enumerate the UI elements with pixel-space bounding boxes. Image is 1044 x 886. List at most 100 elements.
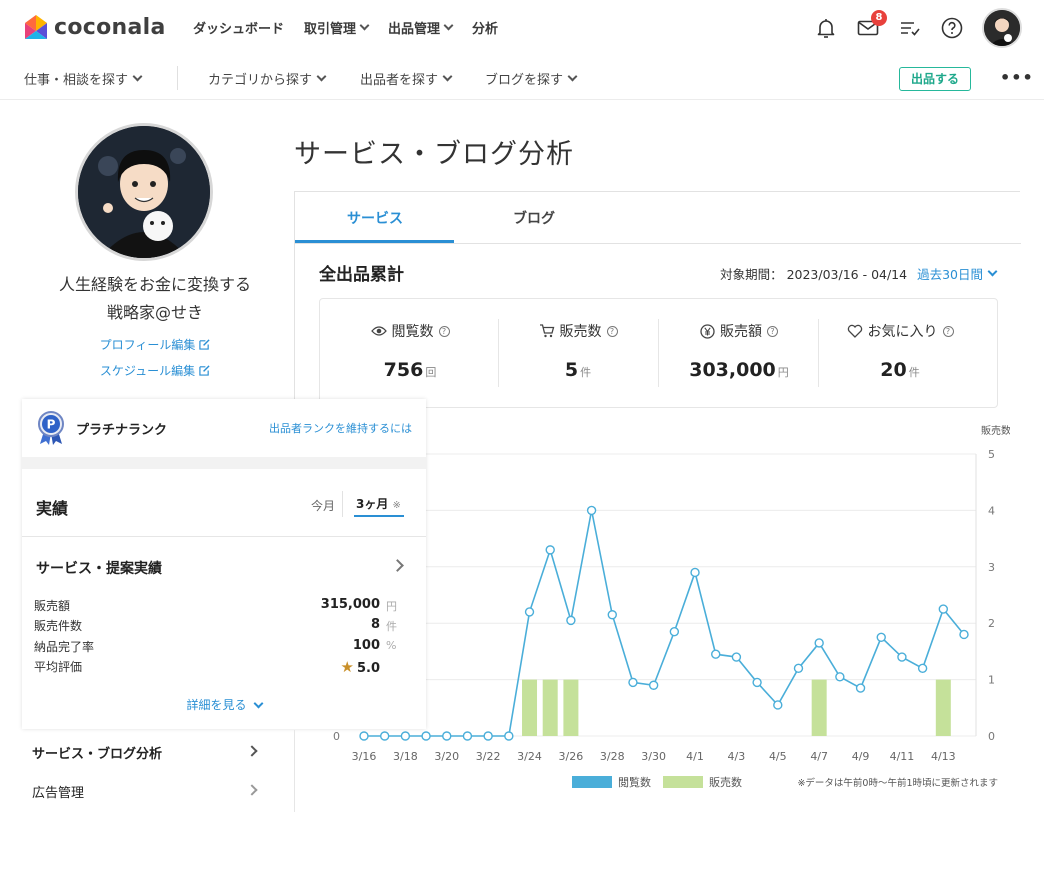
subnav-find-jobs-label: 仕事・相談を探す xyxy=(24,73,129,88)
chevron-down-icon xyxy=(316,71,327,82)
kpi-revenue: 販売額? 303,000 円 xyxy=(659,299,819,407)
kpi-favorites-label: お気に入り xyxy=(867,324,938,340)
legend-swatch-views xyxy=(572,776,612,788)
subnav-blogs-label: ブログを探す xyxy=(485,73,564,88)
x-tick-label: 4/9 xyxy=(852,750,870,763)
sidebar-divider xyxy=(294,730,295,812)
tab-3-months[interactable]: 3ヶ月 ※ xyxy=(354,495,404,517)
stat-average-rating-number: 5.0 xyxy=(356,661,380,676)
kpi-favorites-unit: 件 xyxy=(908,366,920,379)
help-icon[interactable]: ? xyxy=(767,325,778,337)
tab-blog[interactable]: ブログ xyxy=(455,208,613,228)
help-icon[interactable] xyxy=(940,16,964,40)
yen-icon xyxy=(700,323,715,339)
logo-text: coconala xyxy=(54,14,166,40)
right-axis-tick-label: 0 xyxy=(988,730,995,743)
post-listing-button[interactable]: 出品する xyxy=(899,67,971,91)
views-point xyxy=(524,607,535,617)
views-point xyxy=(483,731,493,741)
mail-button[interactable]: 8 xyxy=(856,10,887,40)
tab-divider xyxy=(342,491,343,517)
maintain-rank-link[interactable]: 出品者ランクを維持するには xyxy=(269,420,412,436)
tab-this-month[interactable]: 今月 xyxy=(311,497,335,514)
performance-divider xyxy=(22,536,426,537)
period-text: 対象期間： 2023/03/16 - 04/14 xyxy=(720,264,907,283)
eye-icon xyxy=(370,326,387,336)
kpi-revenue-label: 販売額 xyxy=(720,324,762,340)
tab-service[interactable]: サービス xyxy=(295,208,455,228)
edit-profile-link[interactable]: プロフィール編集 xyxy=(20,336,290,353)
nav-listings[interactable]: 出品管理 xyxy=(388,18,454,37)
help-icon[interactable]: ? xyxy=(606,325,618,337)
right-axis-tick-label: 1 xyxy=(988,674,995,687)
header-icons: 8 xyxy=(814,8,1022,48)
help-icon[interactable]: ? xyxy=(942,325,954,337)
performance-title: 実績 xyxy=(36,499,69,518)
stat-average-rating: 平均評価 ★ 5.0 xyxy=(34,658,406,678)
stat-average-rating-value: ★ 5.0 xyxy=(341,658,380,676)
more-menu-icon[interactable]: ••• xyxy=(1000,68,1034,87)
period-dropdown[interactable]: 過去30日間 xyxy=(917,264,998,283)
nav-transactions[interactable]: 取引管理 xyxy=(304,18,370,37)
views-point xyxy=(835,672,845,682)
subnav-category[interactable]: カテゴリから探す xyxy=(208,69,327,88)
tab-3-months-note: ※ xyxy=(392,500,401,511)
sidebar-ad-management[interactable]: 広告管理 xyxy=(32,782,262,801)
edit-schedule-link[interactable]: スケジュール編集 xyxy=(20,362,290,379)
x-tick-label: 3/28 xyxy=(600,750,625,763)
coconala-logo[interactable]: coconala xyxy=(24,14,166,40)
edit-profile-label: プロフィール編集 xyxy=(99,338,196,352)
legend-label-sales: 販売数 xyxy=(709,776,742,789)
view-details-link[interactable]: 詳細を見る xyxy=(22,696,426,713)
views-point xyxy=(959,629,969,640)
stat-completion-rate-value: 100 xyxy=(352,638,380,653)
stat-average-rating-label: 平均評価 xyxy=(34,660,83,674)
nav-analytics[interactable]: 分析 xyxy=(472,18,498,37)
kpi-sales-label: 販売数 xyxy=(559,324,602,340)
help-icon[interactable]: ? xyxy=(438,325,450,337)
total-listings-title: 全出品累計 xyxy=(319,265,404,285)
period-dropdown-label: 過去30日間 xyxy=(917,267,983,282)
rank-name: プラチナランク xyxy=(76,423,168,438)
kpi-divider xyxy=(818,319,819,387)
kpi-sales-value: 5件 xyxy=(498,359,658,381)
sidebar-service-blog-analytics[interactable]: サービス・ブログ分析 xyxy=(32,743,262,762)
task-list-icon[interactable] xyxy=(898,16,922,40)
edit-icon xyxy=(199,365,210,376)
chart-footnote: ※データは午前0時〜午前1時頃に更新されます xyxy=(797,777,998,789)
subnav-blogs[interactable]: ブログを探す xyxy=(485,69,578,88)
views-point xyxy=(545,545,555,555)
subnav-sellers[interactable]: 出品者を探す xyxy=(360,69,453,88)
kpi-sales-count: 販売数? 5件 xyxy=(498,299,658,407)
views-point xyxy=(690,567,700,578)
nav-dashboard[interactable]: ダッシュボード xyxy=(193,18,284,37)
x-tick-label: 4/1 xyxy=(686,750,704,763)
bell-icon[interactable] xyxy=(814,16,838,40)
avatar-illustration xyxy=(984,10,1020,46)
x-tick-label: 4/11 xyxy=(890,750,915,763)
views-point xyxy=(566,615,576,626)
sidebar-ad-management-label: 広告管理 xyxy=(32,786,85,801)
user-avatar[interactable] xyxy=(982,8,1022,48)
period-selector: 対象期間： 2023/03/16 - 04/14 過去30日間 xyxy=(720,264,998,283)
views-point xyxy=(731,652,742,662)
kpi-views-value: 756 回 xyxy=(330,359,490,381)
nav-dashboard-label: ダッシュボード xyxy=(193,22,285,37)
views-point xyxy=(876,632,886,643)
right-axis-tick-label: 5 xyxy=(988,448,995,461)
kpi-views-unit: 回 xyxy=(425,366,437,379)
subnav-find-jobs[interactable]: 仕事・相談を探す xyxy=(24,69,143,88)
views-point xyxy=(855,683,866,693)
service-performance-title[interactable]: サービス・提案実績 xyxy=(36,558,162,578)
nav-analytics-label: 分析 xyxy=(472,22,499,37)
chevron-down-icon xyxy=(443,20,454,31)
cart-icon xyxy=(539,324,554,338)
edit-schedule-label: スケジュール編集 xyxy=(99,364,196,378)
kpi-favorites-label-row: お気に入り? xyxy=(820,321,980,341)
views-point xyxy=(648,680,659,690)
rank-row: P プラチナランク 出品者ランクを維持するには xyxy=(22,399,426,457)
views-point xyxy=(379,731,390,741)
x-tick-label: 3/18 xyxy=(393,750,418,763)
view-details-label: 詳細を見る xyxy=(186,698,247,712)
chevron-right-icon[interactable] xyxy=(391,559,404,572)
